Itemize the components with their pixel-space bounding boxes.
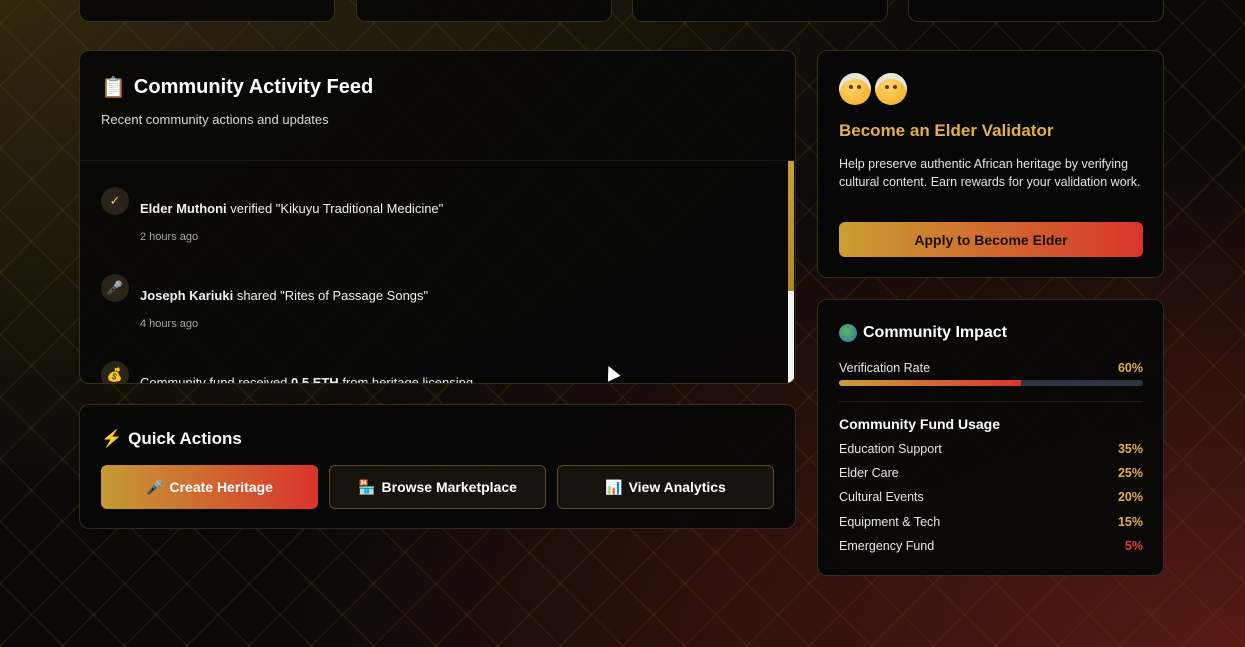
feed-scrollbar[interactable] xyxy=(788,161,794,383)
fund-label: Equipment & Tech xyxy=(839,515,941,529)
fund-label: Emergency Fund xyxy=(839,539,935,553)
feed-item-actor: Joseph Kariuki xyxy=(140,288,234,303)
fund-row: Education Support 35% xyxy=(839,442,1143,456)
community-impact-title-row: Community Impact xyxy=(839,324,1007,342)
verification-rate-row: Verification Rate 60% xyxy=(839,361,1143,375)
fund-row: Equipment & Tech 15% xyxy=(839,515,1143,529)
activity-feed-subtitle: Recent community actions and updates xyxy=(101,112,329,127)
verification-rate-value: 60% xyxy=(1117,361,1143,375)
verification-rate-label: Verification Rate xyxy=(839,361,931,375)
microphone-icon: 🎤 xyxy=(146,478,164,495)
view-analytics-button[interactable]: 📊 View Analytics xyxy=(557,465,774,509)
feed-item-text: Joseph Kariuki shared "Rites of Passage … xyxy=(140,288,428,303)
elder-validator-card: Become an Elder Validator Help preserve … xyxy=(817,50,1164,278)
feed-item-prefix: Community fund received xyxy=(140,375,292,383)
money-bag-icon: 💰 xyxy=(101,361,129,383)
activity-feed-header: 📋 Community Activity Feed Recent communi… xyxy=(80,51,795,161)
fund-value: 5% xyxy=(1124,539,1143,553)
store-icon: 🏪 xyxy=(358,478,376,495)
feed-scrollbar-thumb[interactable] xyxy=(788,161,794,291)
stat-card-3 xyxy=(632,0,888,22)
stat-card-1 xyxy=(79,0,335,22)
quick-actions-title-row: ⚡ Quick Actions xyxy=(101,429,242,449)
fund-label: Cultural Events xyxy=(839,490,924,504)
fund-row: Emergency Fund 5% xyxy=(839,539,1143,553)
lightning-icon: ⚡ xyxy=(101,429,123,448)
older-woman-icon xyxy=(875,73,907,105)
activity-feed-title-row: 📋 Community Activity Feed xyxy=(101,75,774,100)
community-impact-title: Community Impact xyxy=(863,324,1008,341)
activity-feed-card: 📋 Community Activity Feed Recent communi… xyxy=(79,50,796,384)
feed-item-time: 2 hours ago xyxy=(140,231,199,243)
activity-feed-title: Community Activity Feed xyxy=(133,76,374,98)
apply-elder-button[interactable]: Apply to Become Elder xyxy=(839,222,1143,257)
stat-card-2 xyxy=(356,0,612,22)
feed-item-action: verified "Kikuyu Traditional Medicine" xyxy=(226,201,444,216)
clipboard-icon: 📋 xyxy=(101,77,126,99)
older-man-icon xyxy=(839,73,871,105)
fund-row: Cultural Events 20% xyxy=(839,490,1143,504)
stat-card-4 xyxy=(908,0,1164,22)
fund-value: 25% xyxy=(1117,466,1143,480)
create-heritage-button[interactable]: 🎤 Create Heritage xyxy=(101,465,318,509)
feed-item-actor: Elder Muthoni xyxy=(140,201,227,216)
view-analytics-label: View Analytics xyxy=(628,479,726,495)
browse-marketplace-button[interactable]: 🏪 Browse Marketplace xyxy=(329,465,546,509)
quick-actions-card: ⚡ Quick Actions 🎤 Create Heritage 🏪 Brow… xyxy=(79,404,796,529)
fund-row: Elder Care 25% xyxy=(839,466,1143,480)
fund-value: 20% xyxy=(1117,490,1143,504)
chart-icon: 📊 xyxy=(605,478,623,495)
fund-label: Education Support xyxy=(839,442,942,456)
community-impact-card: Community Impact Verification Rate 60% C… xyxy=(817,299,1164,576)
check-icon: ✓ xyxy=(101,187,129,215)
verification-progress-bar xyxy=(839,380,1143,386)
elder-validator-description: Help preserve authentic African heritage… xyxy=(839,157,1141,189)
elder-emoji-row xyxy=(839,73,907,105)
quick-actions-title: Quick Actions xyxy=(128,429,242,448)
microphone-icon: 🎤 xyxy=(101,274,129,302)
activity-feed-list[interactable]: ✓ Elder Muthoni verified "Kikuyu Traditi… xyxy=(80,161,795,383)
fund-value: 35% xyxy=(1117,442,1143,456)
fund-value: 15% xyxy=(1117,515,1143,529)
browse-marketplace-label: Browse Marketplace xyxy=(381,479,517,495)
feed-item-time: 4 hours ago xyxy=(140,318,199,330)
elder-validator-title: Become an Elder Validator xyxy=(839,121,1054,140)
fund-usage-title: Community Fund Usage xyxy=(839,416,1001,432)
feed-item-text: Community fund received 0.5 ETH from her… xyxy=(140,375,473,383)
globe-icon xyxy=(839,324,857,342)
fund-label: Elder Care xyxy=(839,466,899,480)
verification-progress-fill xyxy=(839,380,1022,386)
create-heritage-label: Create Heritage xyxy=(169,479,273,495)
feed-item-action: shared "Rites of Passage Songs" xyxy=(233,288,429,303)
feed-item-amount: 0.5 ETH xyxy=(291,375,339,383)
divider xyxy=(839,401,1143,402)
feed-item-suffix: from heritage licensing xyxy=(338,375,474,383)
feed-item-text: Elder Muthoni verified "Kikuyu Tradition… xyxy=(140,201,443,216)
